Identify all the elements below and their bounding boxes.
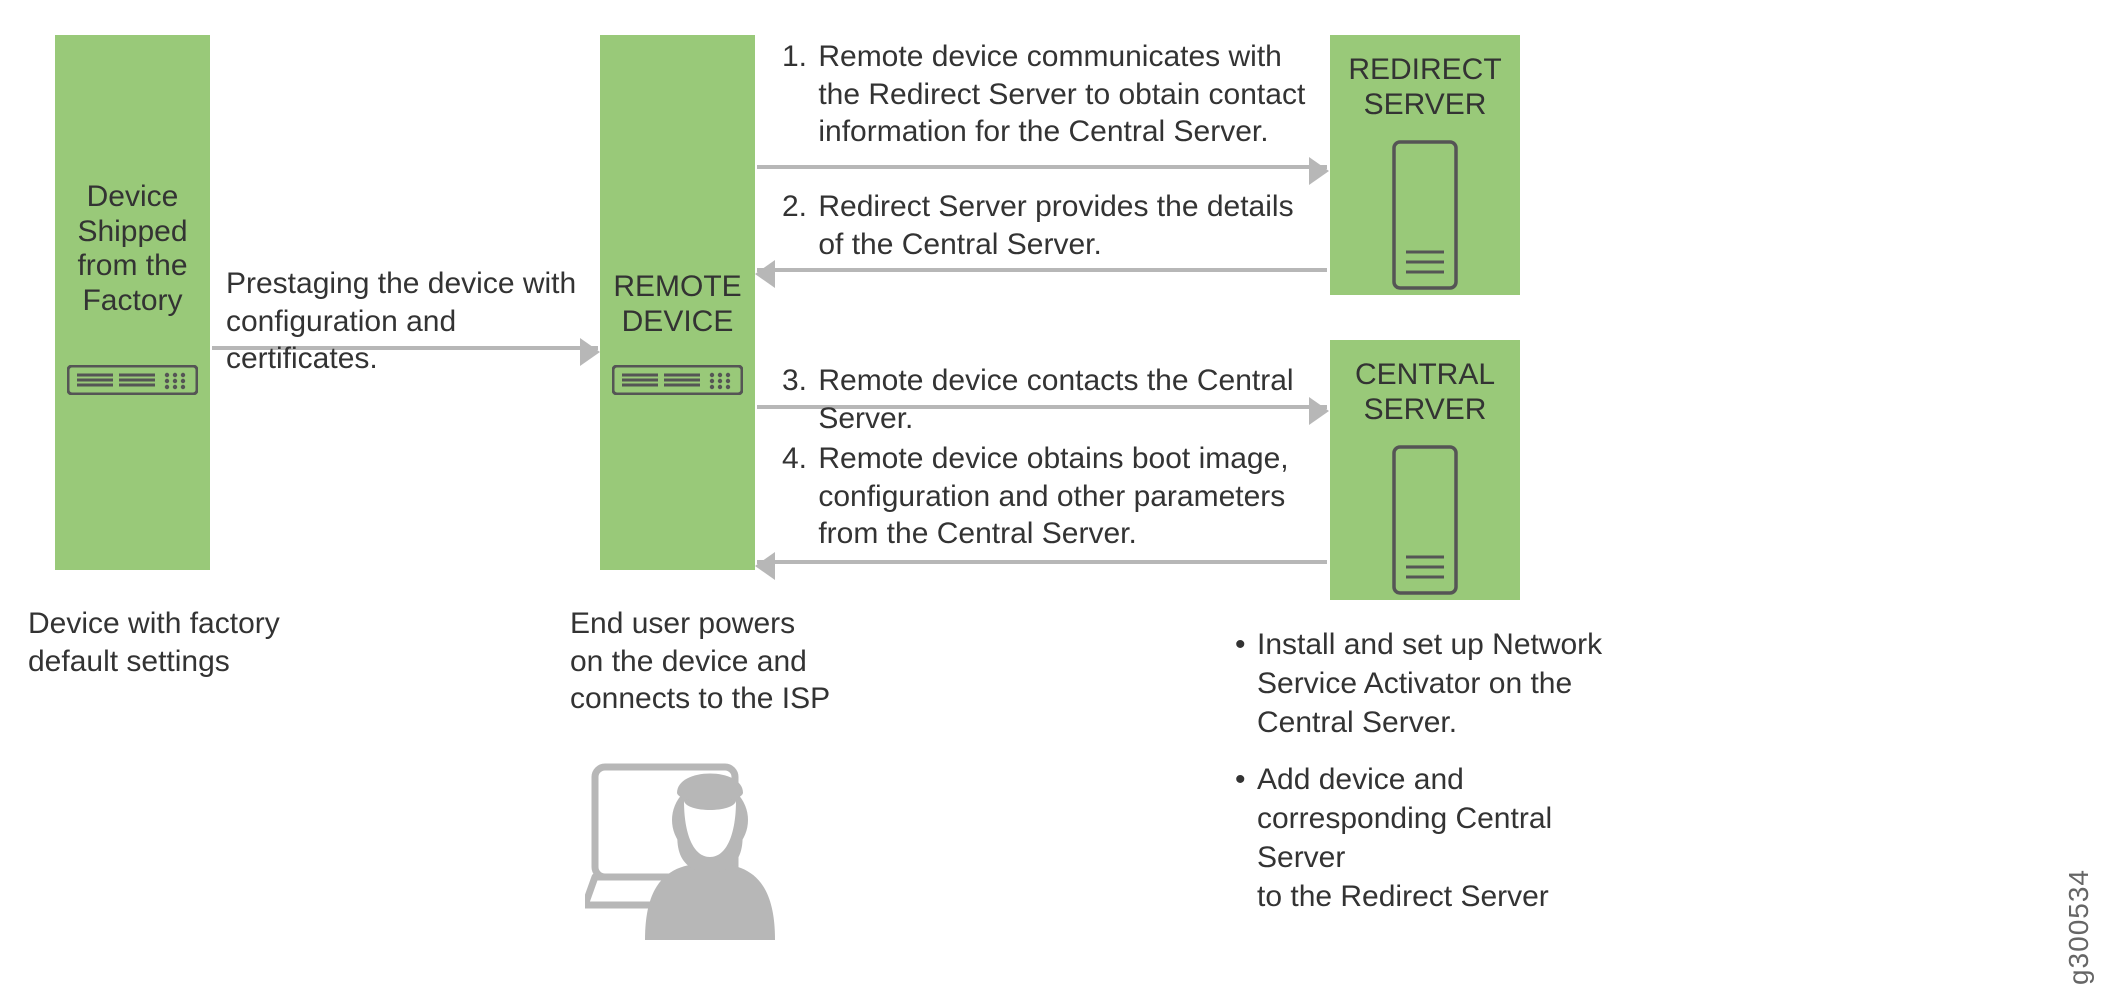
step-2-num: 2. xyxy=(782,188,810,226)
remote-device-title: REMOTEDEVICE xyxy=(600,270,755,339)
factory-title: DeviceShippedfrom theFactory xyxy=(55,180,210,318)
end-user-icon xyxy=(585,745,785,945)
server-tower-icon xyxy=(1392,445,1458,595)
step-2: 2. Redirect Server provides the detailso… xyxy=(782,188,1322,263)
step-3-text: Remote device contacts the Central Serve… xyxy=(818,362,1338,437)
server-tower-icon xyxy=(1392,140,1458,290)
bullet-2: Add device andcorresponding Central Serv… xyxy=(1257,760,1635,916)
arrow-step1 xyxy=(757,165,1327,169)
step-1-num: 1. xyxy=(782,38,810,76)
figure-id: g300534 xyxy=(2063,869,2095,985)
rack-device-icon xyxy=(612,365,743,395)
step-4: 4. Remote device obtains boot image,conf… xyxy=(782,440,1322,553)
central-server-title: CENTRALSERVER xyxy=(1330,358,1520,427)
bullet-1: Install and set up NetworkService Activa… xyxy=(1257,625,1602,742)
arrow-step2 xyxy=(757,268,1327,272)
step-1: 1. Remote device communicates withthe Re… xyxy=(782,38,1322,151)
factory-box: DeviceShippedfrom theFactory xyxy=(55,35,210,570)
remote-caption: End user powerson the device andconnects… xyxy=(570,605,890,718)
bullet-dot-icon: • xyxy=(1235,760,1257,916)
step-3: 3. Remote device contacts the Central Se… xyxy=(782,362,1342,437)
diagram-canvas: { "boxes": { "factory": { "title": "Devi… xyxy=(0,0,2101,995)
rack-device-icon xyxy=(67,365,198,395)
step-4-num: 4. xyxy=(782,440,810,478)
remote-device-box: REMOTEDEVICE xyxy=(600,35,755,570)
step-4-text: Remote device obtains boot image,configu… xyxy=(818,440,1318,553)
factory-caption: Device with factorydefault settings xyxy=(28,605,348,680)
step-3-num: 3. xyxy=(782,362,810,400)
arrow-step4 xyxy=(757,560,1327,564)
redirect-server-box: REDIRECTSERVER xyxy=(1330,35,1520,295)
prestage-caption: Prestaging the device withconfiguration … xyxy=(226,265,606,378)
redirect-server-title: REDIRECTSERVER xyxy=(1330,53,1520,122)
central-server-box: CENTRALSERVER xyxy=(1330,340,1520,600)
server-setup-notes: • Install and set up NetworkService Acti… xyxy=(1235,625,1635,934)
step-1-text: Remote device communicates withthe Redir… xyxy=(818,38,1318,151)
bullet-dot-icon: • xyxy=(1235,625,1257,742)
step-2-text: Redirect Server provides the detailsof t… xyxy=(818,188,1318,263)
